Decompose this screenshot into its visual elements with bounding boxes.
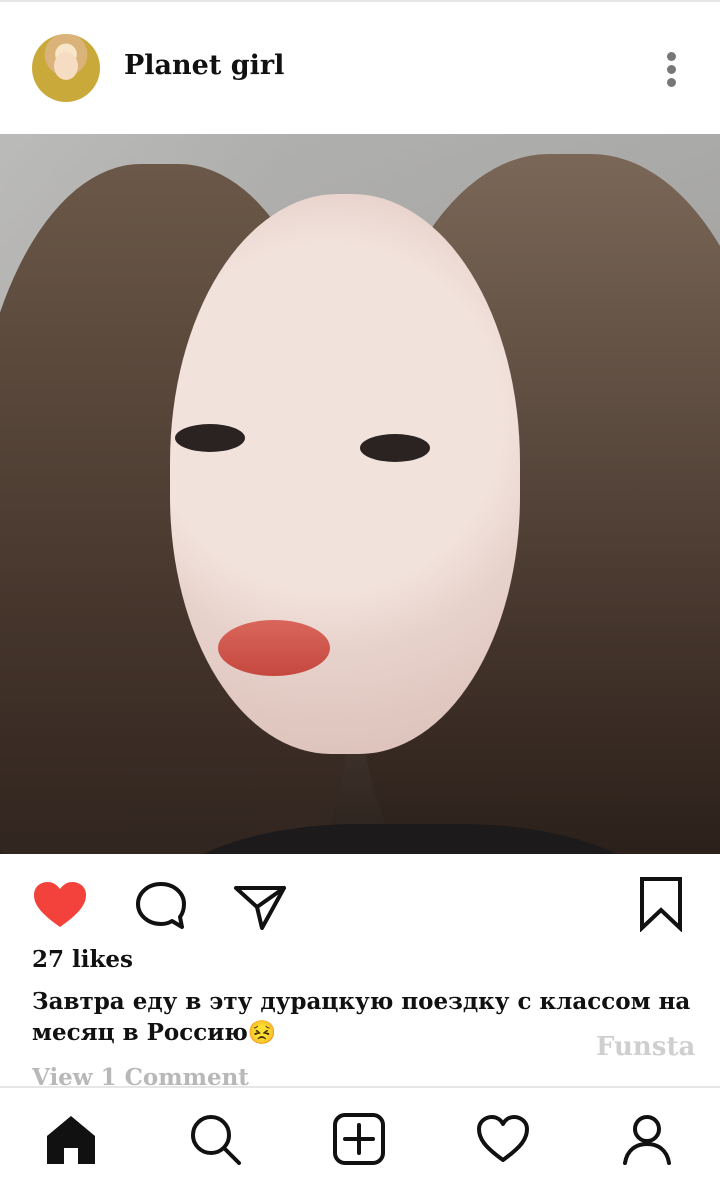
username[interactable]: Planet girl bbox=[124, 50, 284, 81]
comment-icon[interactable] bbox=[134, 880, 188, 936]
heart-icon[interactable] bbox=[32, 880, 88, 934]
bottom-nav bbox=[0, 1086, 720, 1186]
post-photo[interactable] bbox=[0, 134, 720, 854]
post-caption: Завтра еду в эту дурацкую поездку с клас… bbox=[32, 988, 691, 1046]
app-watermark: Funsta bbox=[596, 1032, 696, 1062]
post-header: Planet girl bbox=[0, 2, 720, 134]
activity-heart-icon[interactable] bbox=[476, 1112, 530, 1166]
share-icon[interactable] bbox=[232, 884, 288, 936]
home-icon[interactable] bbox=[44, 1112, 98, 1166]
post-actions bbox=[0, 854, 720, 954]
bookmark-icon[interactable] bbox=[638, 876, 684, 936]
avatar[interactable] bbox=[32, 34, 100, 102]
search-icon[interactable] bbox=[188, 1112, 242, 1166]
profile-icon[interactable] bbox=[620, 1112, 674, 1166]
likes-count[interactable]: 27 likes bbox=[32, 946, 133, 973]
add-post-icon[interactable] bbox=[332, 1112, 386, 1166]
more-options-icon[interactable] bbox=[664, 52, 678, 92]
